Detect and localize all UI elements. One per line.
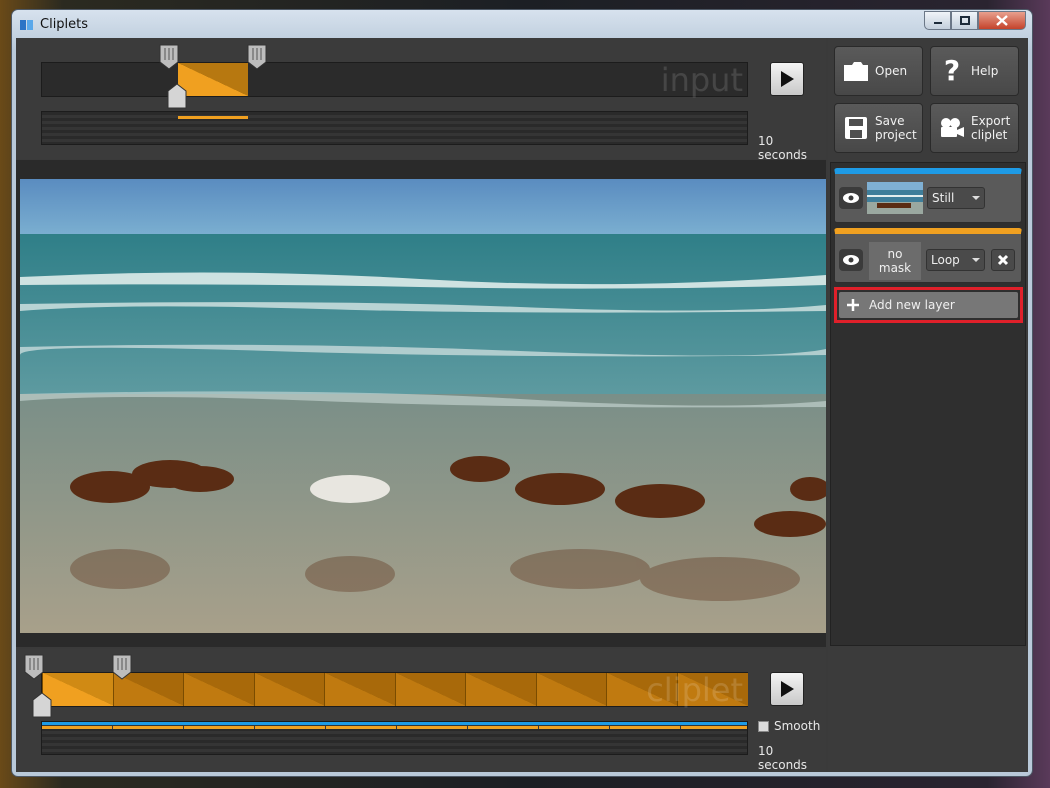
layer-mode-value: Loop — [931, 253, 960, 267]
play-icon — [781, 71, 794, 87]
maximize-button[interactable] — [951, 11, 978, 30]
layer-thumbnail — [867, 182, 923, 214]
cliplet-panel: cliplet Smooth 10 seconds — [16, 649, 826, 772]
save-project-button[interactable]: Save project — [834, 103, 923, 153]
title-bar[interactable]: Cliplets — [12, 10, 1032, 40]
plus-icon — [847, 299, 859, 311]
minimize-button[interactable] — [924, 11, 951, 30]
input-watermark: input — [660, 61, 743, 99]
help-button[interactable]: ? Help — [930, 46, 1019, 96]
delete-layer-button[interactable] — [991, 249, 1015, 271]
cliplet-watermark: cliplet — [646, 671, 743, 709]
export-label-line2: cliplet — [971, 128, 1008, 142]
eye-icon — [843, 193, 859, 203]
layer-mode-value: Still — [932, 191, 955, 205]
save-label-line1: Save — [875, 114, 905, 128]
close-icon — [996, 15, 1008, 26]
cliplet-loop-segment — [183, 673, 255, 706]
movie-camera-icon — [941, 118, 964, 137]
help-label: Help — [971, 64, 999, 78]
app-icon — [20, 20, 33, 30]
layer-mask-placeholder[interactable]: no mask — [869, 242, 921, 280]
cliplet-loop-segment — [394, 673, 466, 706]
input-duration: 10 seconds — [758, 134, 808, 162]
save-label: Save project — [875, 114, 917, 142]
export-label-line1: Export — [971, 114, 1011, 128]
open-button[interactable]: Open — [834, 46, 923, 96]
video-frame[interactable] — [20, 179, 826, 633]
maximize-icon — [959, 16, 970, 25]
question-icon: ? — [943, 54, 961, 87]
cliplet-loop-segment — [42, 673, 114, 706]
add-new-layer-label: Add new layer — [869, 298, 955, 312]
preview-panel — [16, 160, 826, 647]
add-layer-highlight: Add new layer — [834, 287, 1023, 323]
mask-label-line2: mask — [878, 261, 912, 275]
chevron-down-icon — [972, 196, 980, 200]
app-window: Cliplets input 10 seconds cliplet Smooth… — [11, 9, 1033, 777]
layer-visibility-toggle[interactable] — [839, 187, 863, 209]
minimize-icon — [933, 21, 942, 24]
cliplet-loop-segment — [253, 673, 325, 706]
client-area: input 10 seconds cliplet Smooth 10 secon… — [16, 38, 1028, 772]
input-panel: input 10 seconds — [16, 38, 826, 162]
input-selection[interactable] — [178, 63, 248, 96]
folder-icon — [844, 62, 868, 81]
close-button[interactable] — [978, 11, 1026, 30]
input-start-handle[interactable] — [159, 44, 179, 70]
input-play-button[interactable] — [770, 62, 804, 96]
layer-mode-select[interactable]: Loop — [926, 249, 985, 271]
window-title: Cliplets — [40, 17, 89, 32]
cliplet-end-handle[interactable] — [112, 654, 132, 680]
layer-mode-select[interactable]: Still — [927, 187, 985, 209]
cliplet-track[interactable]: cliplet — [41, 671, 748, 709]
cliplet-duration: 10 seconds — [758, 744, 808, 772]
input-track[interactable]: input — [41, 61, 748, 99]
save-label-line2: project — [875, 128, 917, 142]
cliplet-start-handle[interactable] — [24, 654, 44, 680]
input-end-handle[interactable] — [247, 44, 267, 70]
smooth-option[interactable]: Smooth — [758, 719, 820, 733]
layer-still[interactable]: Still — [834, 168, 1022, 223]
add-new-layer-button[interactable]: Add new layer — [839, 292, 1018, 318]
cliplet-play-button[interactable] — [770, 672, 804, 706]
chevron-down-icon — [972, 258, 980, 262]
cliplet-frame-strip — [41, 721, 748, 755]
cliplet-loop-segment — [465, 673, 537, 706]
save-icon — [845, 117, 867, 139]
open-label: Open — [875, 64, 908, 78]
input-frame-strip — [41, 111, 748, 145]
play-icon — [781, 681, 794, 697]
cliplet-loop-segment — [535, 673, 607, 706]
mask-label-line1: no — [887, 247, 903, 261]
close-icon — [997, 254, 1009, 266]
export-cliplet-button[interactable]: Export cliplet — [930, 103, 1019, 153]
eye-icon — [843, 255, 859, 265]
smooth-label: Smooth — [774, 719, 821, 733]
cliplet-playhead[interactable] — [32, 692, 52, 718]
smooth-checkbox[interactable] — [758, 720, 769, 732]
cliplet-loop-segment — [324, 673, 396, 706]
layer-loop[interactable]: no mask Loop — [834, 228, 1022, 283]
input-playhead[interactable] — [167, 83, 187, 109]
layer-visibility-toggle[interactable] — [839, 249, 863, 271]
